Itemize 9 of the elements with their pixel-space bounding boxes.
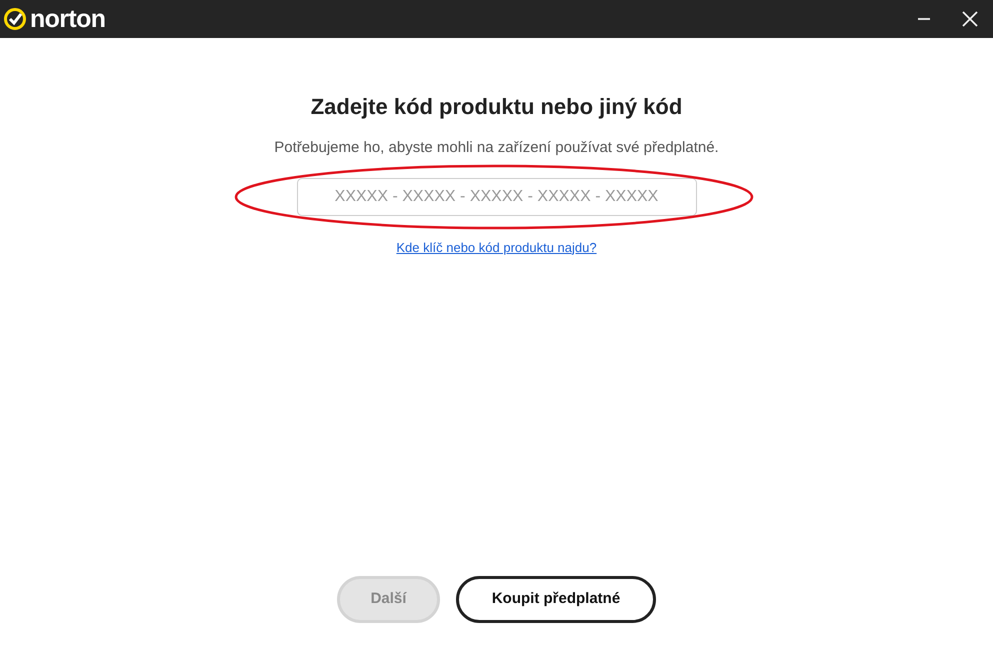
subtitle: Potřebujeme ho, abyste mohli na zařízení používat své předplatné. — [274, 138, 719, 158]
buy-subscription-button[interactable]: Koupit předplatné — [456, 576, 656, 623]
close-icon — [962, 11, 978, 27]
checkmark-logo-icon — [3, 7, 27, 31]
heading: Zadejte kód produktu nebo jiný kód — [310, 93, 682, 121]
logo-text: norton — [30, 6, 106, 32]
help-link[interactable]: Kde klíč nebo kód produktu najdu? — [396, 238, 597, 257]
product-code-field[interactable]: XXXXX - XXXXX - XXXXX - XXXXX - XXXXX — [296, 178, 696, 216]
minimize-icon — [918, 18, 930, 20]
